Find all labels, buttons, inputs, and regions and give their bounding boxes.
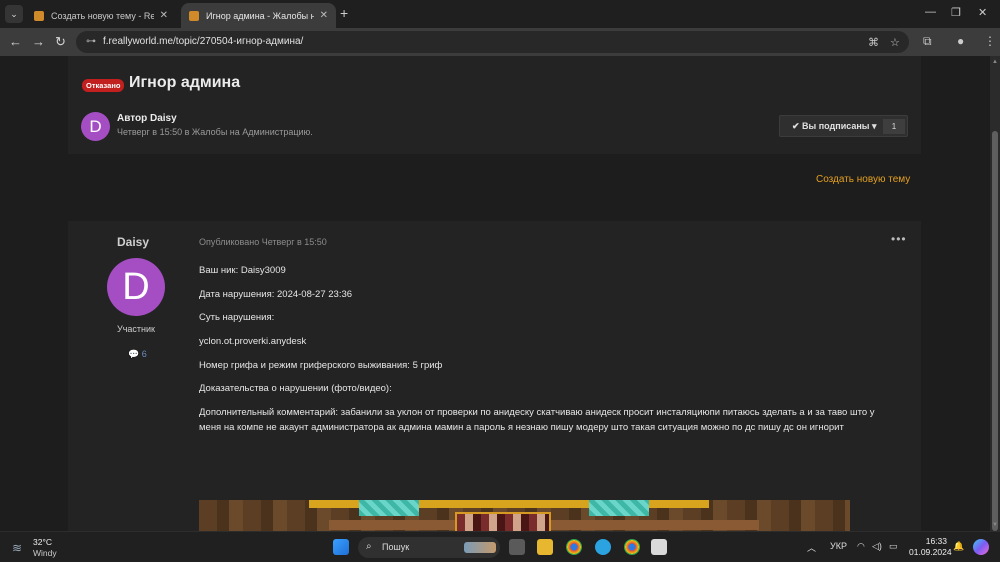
site-favicon-icon (34, 10, 44, 21)
window-close-icon[interactable]: ✕ (978, 6, 987, 19)
post-line: Дополнительный комментарий: забанили за … (199, 407, 875, 418)
scrollbar-thumb[interactable] (992, 131, 998, 531)
post-line: Номер грифа и режим гриферского выживани… (199, 360, 443, 371)
scroll-up-icon[interactable]: ▲ (992, 59, 998, 65)
menu-icon[interactable]: ⋮ (984, 34, 996, 48)
avatar[interactable]: D (81, 112, 110, 141)
language-indicator[interactable]: УКР (830, 541, 847, 551)
site-info-icon[interactable]: ⊶ (86, 36, 96, 47)
search-icon: ⌕ (366, 541, 372, 552)
status-badge: Отказано (82, 79, 125, 92)
site-favicon-icon (189, 10, 199, 21)
topic-meta: Четверг в 15:50 в Жалобы на Администраци… (117, 127, 313, 137)
back-icon[interactable]: ← (9, 34, 22, 49)
snipping-tool-icon[interactable] (651, 539, 667, 555)
post-count[interactable]: 💬 6 (128, 349, 147, 360)
temperature[interactable]: 32°C (33, 537, 52, 547)
clock[interactable]: 16:33 01.09.2024 (909, 536, 952, 558)
windows-start-icon[interactable] (333, 539, 349, 555)
maximize-icon[interactable]: ❐ (951, 6, 961, 19)
search-highlight-icon (464, 542, 496, 553)
new-tab-icon[interactable]: + (340, 5, 348, 21)
post-date: Опубликовано Четверг в 15:50 (199, 237, 327, 247)
url-text: f.reallyworld.me/topic/270504-игнор-адми… (103, 36, 304, 47)
forward-icon[interactable]: → (32, 34, 45, 49)
user-role: Участник (117, 324, 155, 334)
minimize-icon[interactable]: — (925, 6, 936, 18)
tab-close-icon[interactable]: ✕ (160, 10, 168, 21)
search-label: Пошук (382, 542, 410, 552)
new-topic-link[interactable]: Создать новую тему (816, 174, 910, 185)
post-line: Ваш ник: Daisy3009 (199, 265, 286, 276)
volume-icon[interactable]: ◁) (872, 541, 882, 552)
more-options-icon[interactable]: ••• (891, 232, 907, 246)
bookmark-star-icon[interactable]: ☆ (890, 36, 900, 49)
wifi-icon[interactable]: ◠ (857, 541, 865, 552)
weather-icon[interactable]: ≋ (12, 541, 22, 555)
file-explorer-icon[interactable] (537, 539, 553, 555)
battery-icon[interactable]: ▭ (889, 541, 898, 552)
tab-title: Создать новую тему - ReallyWorld (51, 10, 154, 21)
post-line: Суть нарушения: (199, 312, 275, 323)
copilot-icon[interactable] (973, 539, 989, 555)
extensions-icon[interactable]: ⧉ (923, 34, 932, 49)
post-line: меня на компе не акаунт администратора а… (199, 422, 844, 433)
post-line: Дата нарушения: 2024-08-27 23:36 (199, 289, 353, 300)
post: Daisy D Участник 💬 6 Опубликовано Четвер… (68, 221, 921, 531)
translate-icon[interactable]: ⌘ (868, 36, 879, 49)
screenshot-block (589, 500, 649, 516)
weather-label[interactable]: Windy (33, 548, 57, 558)
search-input[interactable]: ⌕ Пошук (358, 537, 500, 558)
screenshot-skin (455, 512, 551, 531)
notification-icon[interactable]: 🔔 (953, 541, 964, 552)
topic-author[interactable]: Автор Daisy (117, 113, 177, 124)
scrollbar[interactable]: ▲ ▼ (990, 56, 1000, 531)
post-author[interactable]: Daisy (117, 235, 149, 249)
tab-search-button[interactable]: ⌄ (5, 5, 23, 23)
tab-ignor-admina[interactable]: Игнор админа - Жалобы на Администрацию ✕ (181, 3, 336, 28)
page-content: Отказано Игнор админа D Автор Daisy Четв… (0, 56, 990, 531)
telegram-icon[interactable] (595, 539, 611, 555)
reload-icon[interactable]: ↻ (55, 34, 66, 50)
tab-title: Игнор админа - Жалобы на Администрацию (206, 10, 314, 21)
time: 16:33 (925, 536, 947, 546)
tab-strip: ⌄ Создать новую тему - ReallyWorld ✕ Игн… (0, 0, 1000, 28)
tab-close-icon[interactable]: ✕ (320, 10, 328, 21)
tab-create-topic[interactable]: Создать новую тему - ReallyWorld ✕ (26, 3, 176, 28)
address-bar: ← → ↻ ⊶ f.reallyworld.me/topic/270504-иг… (0, 28, 1000, 56)
screenshot-block (359, 500, 419, 516)
page-title: Игнор админа (129, 74, 241, 91)
evidence-screenshot[interactable] (199, 500, 850, 531)
subscribe-button[interactable]: ✔ Вы подписаны ▾ 1 (779, 115, 908, 137)
date: 01.09.2024 (909, 547, 952, 557)
url-field[interactable]: ⊶ f.reallyworld.me/topic/270504-игнор-ад… (76, 31, 909, 53)
chrome-icon[interactable] (566, 539, 582, 555)
post-line: yclon.ot.proverki.anydesk (199, 336, 307, 347)
taskbar: ≋ 32°C Windy ⌕ Пошук ︿ УКР ◠ ◁) ▭ 16:33 … (0, 531, 1000, 562)
chrome-icon[interactable] (624, 539, 640, 555)
subscriber-count: 1 (883, 119, 905, 134)
comment-icon: 💬 (128, 349, 140, 359)
subscribe-label: ✔ Вы подписаны ▾ (792, 121, 877, 131)
scroll-down-icon[interactable]: ▼ (992, 522, 998, 528)
avatar[interactable]: D (107, 258, 165, 316)
task-view-icon[interactable] (509, 539, 525, 555)
profile-icon[interactable]: ● (957, 34, 964, 48)
post-line: Доказательства о нарушении (фото/видео): (199, 383, 392, 394)
topic-header: Отказано Игнор админа D Автор Daisy Четв… (68, 56, 921, 154)
tray-expand-icon[interactable]: ︿ (807, 541, 816, 554)
